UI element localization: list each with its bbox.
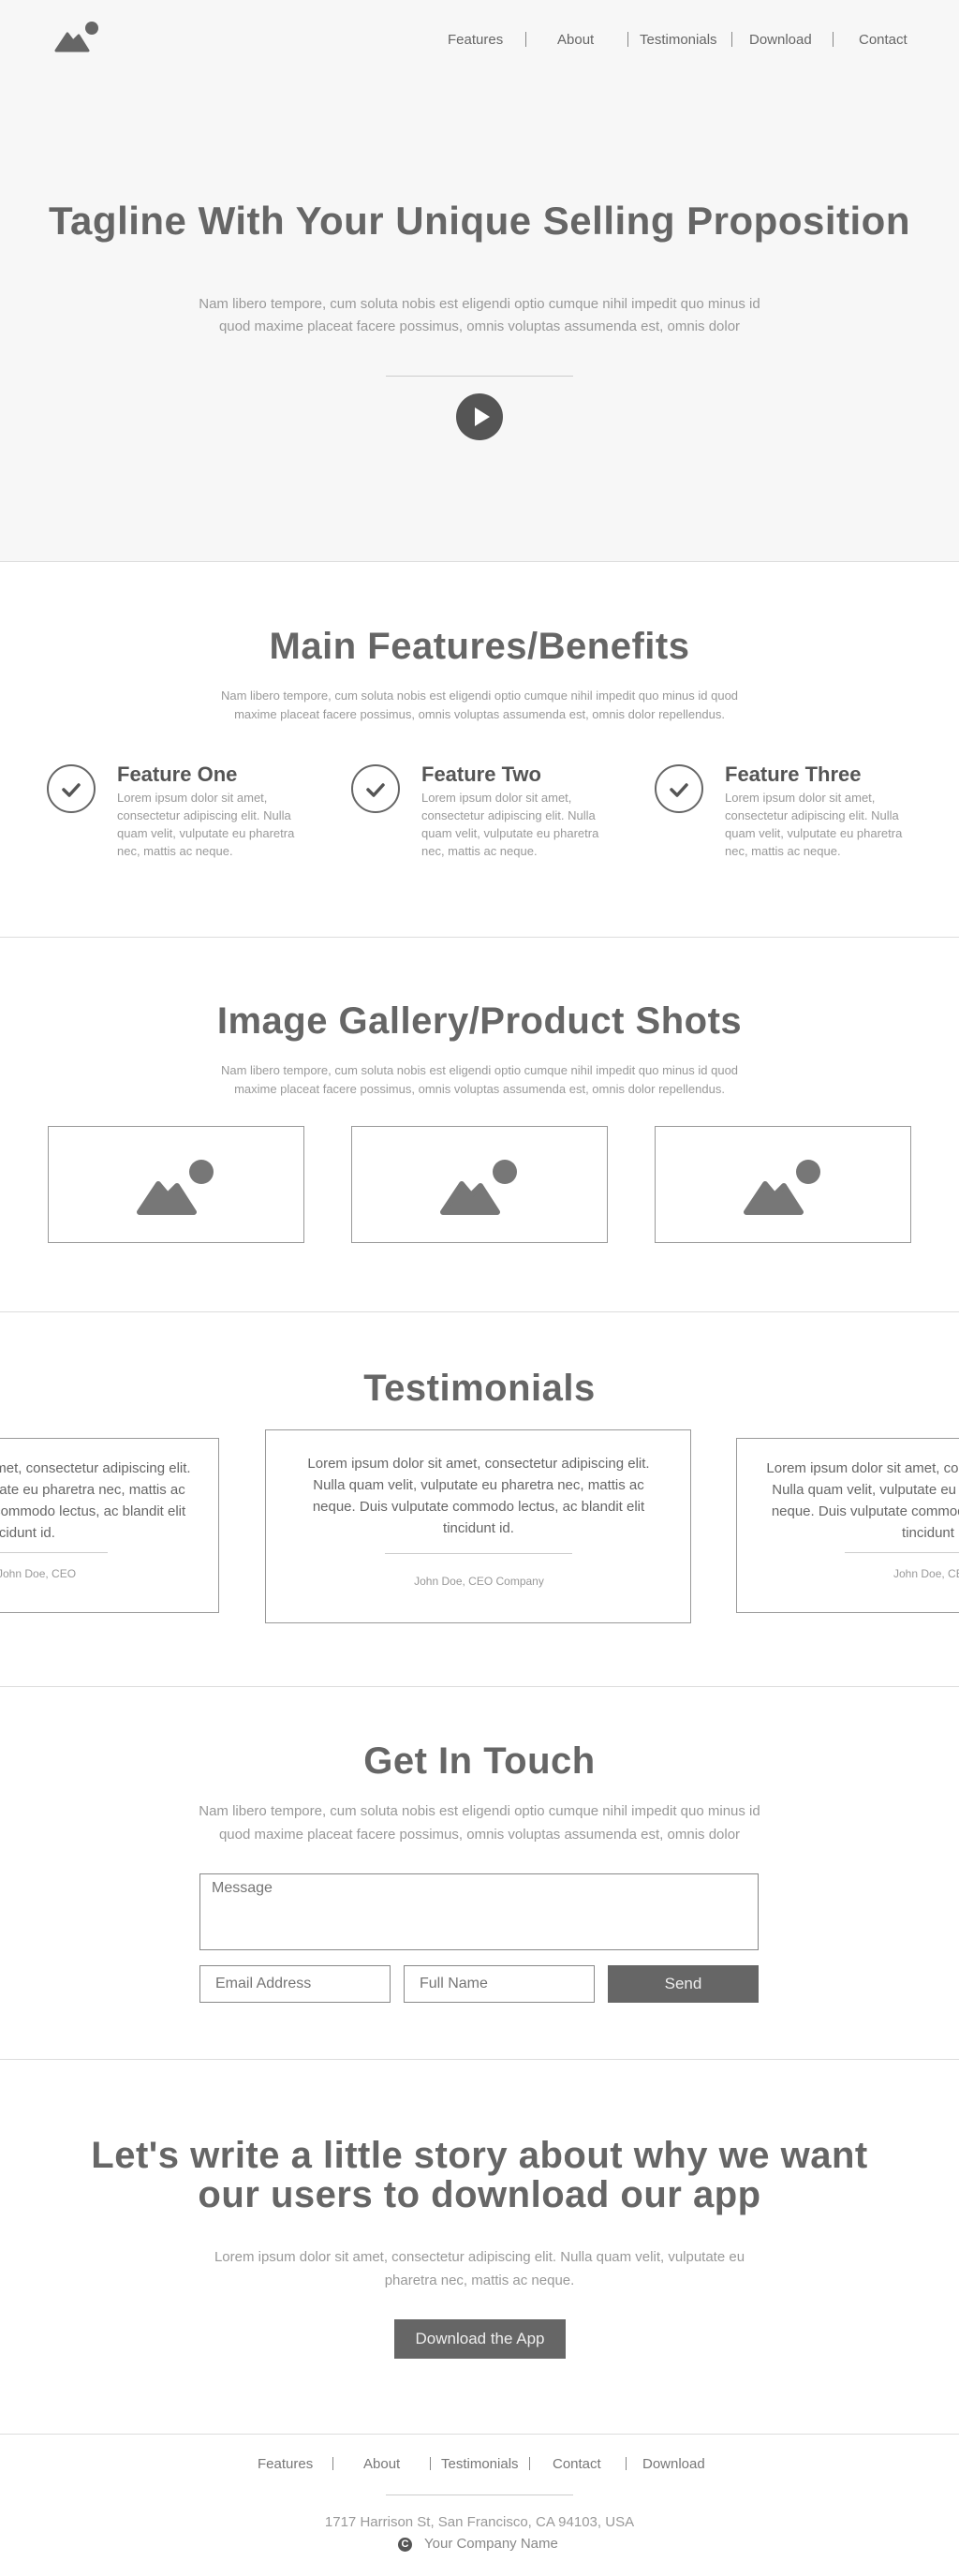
features-title: Main Features/Benefits [269,626,690,667]
contact-subtitle: Nam libero tempore, cum soluta nobis est… [199,1803,760,1843]
testimonial-text: Lorem ipsum dolor sit amet, consectetur … [766,1460,959,1541]
section-divider [0,937,959,938]
nav-testimonials[interactable]: Testimonials [640,32,717,48]
logo-image-icon[interactable] [54,21,101,52]
check-icon [47,764,96,813]
image-icon [440,1160,517,1215]
check-icon [655,764,703,813]
footer-link-features[interactable]: Features [258,2456,313,2472]
top-nav: Features About Testimonials Download Con… [431,32,918,52]
testimonial-text: Lorem ipsum dolor sit amet, consectetur … [307,1456,650,1536]
nav-download[interactable]: Download [749,32,812,48]
testimonial-text: Lorem ipsum dolor sit amet, consectetur … [0,1460,191,1541]
testimonials-title: Testimonials [363,1368,596,1409]
gallery-image[interactable] [351,1126,608,1243]
nav-divider [833,32,834,47]
divider [386,376,573,377]
cta-title: Let's write a little story about why we … [91,2135,868,2215]
gallery-title: Image Gallery/Product Shots [216,1000,743,1042]
download-app-button[interactable]: Download the App [394,2319,566,2359]
gallery-image[interactable] [655,1126,911,1243]
image-icon [137,1160,214,1215]
hero-subtitle: Nam libero tempore, cum soluta nobis est… [199,296,760,334]
contact-title: Get In Touch [363,1740,596,1782]
feature-text: Lorem ipsum dolor sit amet, consectetur … [725,791,903,858]
company-row: C Your Company Name [398,2536,585,2554]
play-icon [475,407,490,426]
play-button[interactable] [456,393,503,440]
feature-text: Lorem ipsum dolor sit amet, consectetur … [117,791,295,858]
email-field[interactable] [199,1965,391,2003]
testimonial-author: John Doe, CEO Company [414,1575,544,1588]
feature-title: Feature Two [421,762,541,786]
check-icon [351,764,400,813]
features-subtitle: Nam libero tempore, cum soluta nobis est… [220,688,739,721]
full-name-field[interactable] [404,1965,595,2003]
divider [0,1552,108,1553]
feature-title: Feature Three [725,762,862,786]
testimonial-author: John Doe, CEO [893,1567,959,1580]
copyright-icon: C [398,2538,412,2552]
section-divider [0,1311,959,1312]
footer-divider [430,2457,431,2470]
nav-features[interactable]: Features [448,32,503,48]
send-button[interactable]: Send [608,1965,759,2003]
nav-divider [731,32,732,47]
testimonial-card-left[interactable]: Lorem ipsum dolor sit amet, consectetur … [0,1438,219,1613]
nav-about[interactable]: About [557,32,594,48]
footer-divider [626,2457,627,2470]
divider [385,1553,572,1554]
gallery-image[interactable] [48,1126,304,1243]
section-divider [0,1686,959,1687]
testimonial-card-active[interactable]: Lorem ipsum dolor sit amet, consectetur … [265,1429,691,1623]
cta-subtitle: Lorem ipsum dolor sit amet, consectetur … [214,2249,745,2288]
feature-card: Feature Two Lorem ipsum dolor sit amet, … [351,761,623,864]
image-icon [744,1160,820,1215]
testimonial-card-right[interactable]: Lorem ipsum dolor sit amet, consectetur … [736,1438,959,1613]
footer-nav: Features About Testimonials Contact Down… [253,2456,721,2477]
footer-link-download[interactable]: Download [642,2456,705,2472]
nav-contact[interactable]: Contact [859,32,907,48]
hero-title: Tagline With Your Unique Selling Proposi… [49,199,910,243]
feature-card: Feature Three Lorem ipsum dolor sit amet… [655,761,926,864]
footer-divider [529,2457,530,2470]
gallery-subtitle: Nam libero tempore, cum soluta nobis est… [220,1063,739,1096]
section-divider [0,2059,959,2060]
nav-divider [627,32,628,47]
testimonial-author: John Doe, CEO [0,1567,77,1580]
company-address: 1717 Harrison St, San Francisco, CA 9410… [324,2514,635,2530]
footer-link-about[interactable]: About [363,2456,400,2472]
divider [845,1552,959,1553]
nav-divider [525,32,526,47]
footer-divider [332,2457,333,2470]
feature-title: Feature One [117,762,238,786]
footer-link-testimonials[interactable]: Testimonials [441,2456,519,2472]
footer-link-contact[interactable]: Contact [553,2456,601,2472]
feature-card: Feature One Lorem ipsum dolor sit amet, … [47,761,318,864]
feature-text: Lorem ipsum dolor sit amet, consectetur … [421,791,599,858]
section-divider [0,2434,959,2435]
message-field[interactable] [199,1873,759,1950]
hero-section: Features About Testimonials Download Con… [0,0,959,562]
company-name: Your Company Name [424,2536,558,2552]
